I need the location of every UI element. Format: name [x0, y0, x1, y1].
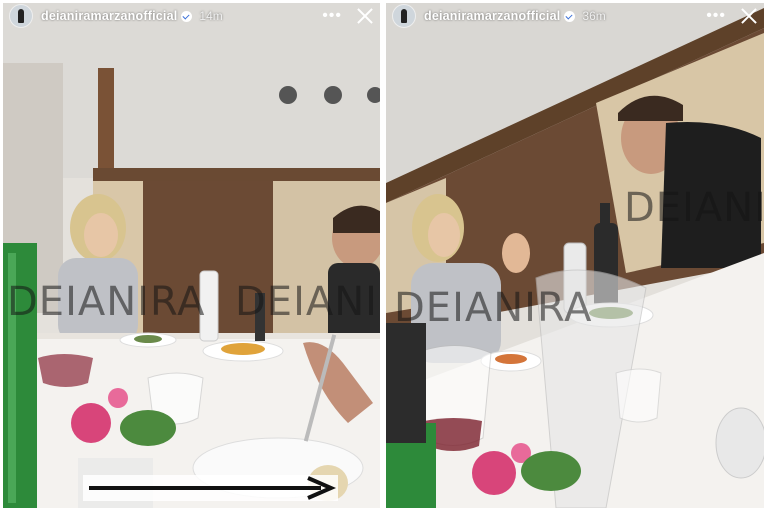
more-icon[interactable]: •••	[706, 8, 726, 24]
watermark-text: DEIANIRA	[235, 279, 380, 325]
username[interactable]: deianiramarzanofficial	[424, 9, 560, 23]
story-photo	[386, 3, 764, 508]
verified-badge-icon	[564, 10, 576, 22]
story-header: deianiramarzanofficial 14m •••	[3, 3, 380, 29]
story-photo	[3, 3, 380, 508]
post-time: 36m	[582, 9, 606, 23]
watermark-text: DEIANIRA	[624, 185, 764, 231]
story-panel-right: deianiramarzanofficial 36m ••• DEIANIRA …	[386, 3, 764, 508]
story-panel-left: deianiramarzanofficial 14m ••• DEIANIRA …	[3, 3, 380, 508]
avatar[interactable]	[392, 4, 416, 28]
story-header: deianiramarzanofficial 36m •••	[386, 3, 764, 29]
watermark-text: DEIANIRA	[7, 279, 206, 325]
more-icon[interactable]: •••	[322, 8, 342, 24]
post-time: 14m	[199, 9, 223, 23]
username[interactable]: deianiramarzanofficial	[41, 9, 177, 23]
verified-badge-icon	[181, 10, 193, 22]
avatar[interactable]	[9, 4, 33, 28]
watermark-text: DEIANIRA	[394, 285, 593, 331]
close-icon[interactable]	[356, 7, 374, 25]
right-arrow-icon	[83, 475, 338, 501]
close-icon[interactable]	[740, 7, 758, 25]
